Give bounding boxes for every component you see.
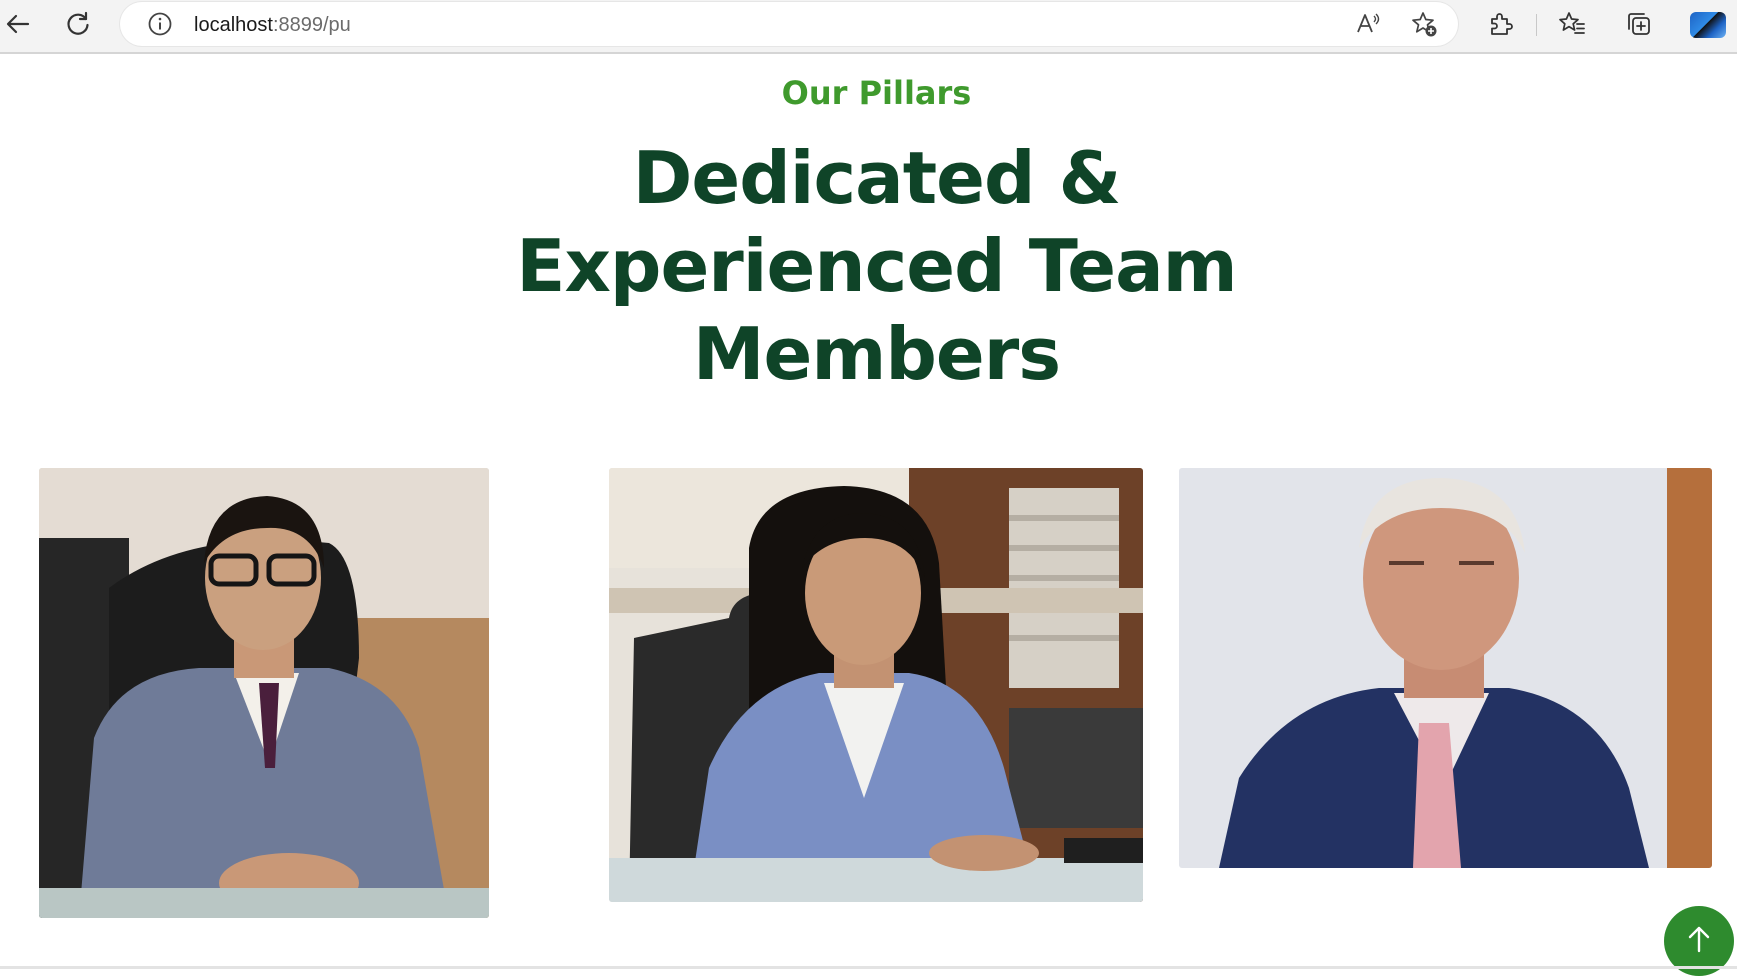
arrow-up-icon (1682, 922, 1716, 961)
heading-line: Dedicated & (632, 136, 1122, 220)
page-bottom-divider (0, 966, 1737, 969)
heading-line: Members (692, 312, 1061, 396)
extensions-icon[interactable] (1482, 6, 1518, 42)
info-icon[interactable] (142, 6, 178, 42)
team-member-photo (1179, 468, 1712, 868)
section-eyebrow: Our Pillars (781, 74, 972, 112)
address-bar[interactable]: localhost:8899/pu (120, 2, 1458, 46)
team-section: Our Pillars Dedicated & Experienced Team… (0, 54, 1737, 976)
heading-line: Experienced Team (516, 224, 1237, 308)
refresh-icon[interactable] (60, 6, 96, 42)
collections-icon[interactable] (1621, 6, 1657, 42)
read-aloud-icon[interactable] (1350, 6, 1386, 42)
back-arrow-icon[interactable] (0, 6, 36, 42)
url-path: :8899/pu (272, 14, 351, 36)
url-text[interactable]: localhost:8899/pu (194, 14, 351, 37)
favorites-icon[interactable] (1554, 6, 1590, 42)
toolbar-divider (1536, 14, 1537, 36)
team-member-photo (609, 468, 1143, 902)
section-heading: Dedicated & Experienced Team Members (0, 134, 1737, 398)
add-favorite-icon[interactable] (1406, 6, 1442, 42)
profile-avatar[interactable] (1690, 12, 1726, 38)
browser-toolbar: localhost:8899/pu (0, 0, 1737, 54)
url-host: localhost (194, 14, 273, 36)
team-member-photo (39, 468, 489, 918)
